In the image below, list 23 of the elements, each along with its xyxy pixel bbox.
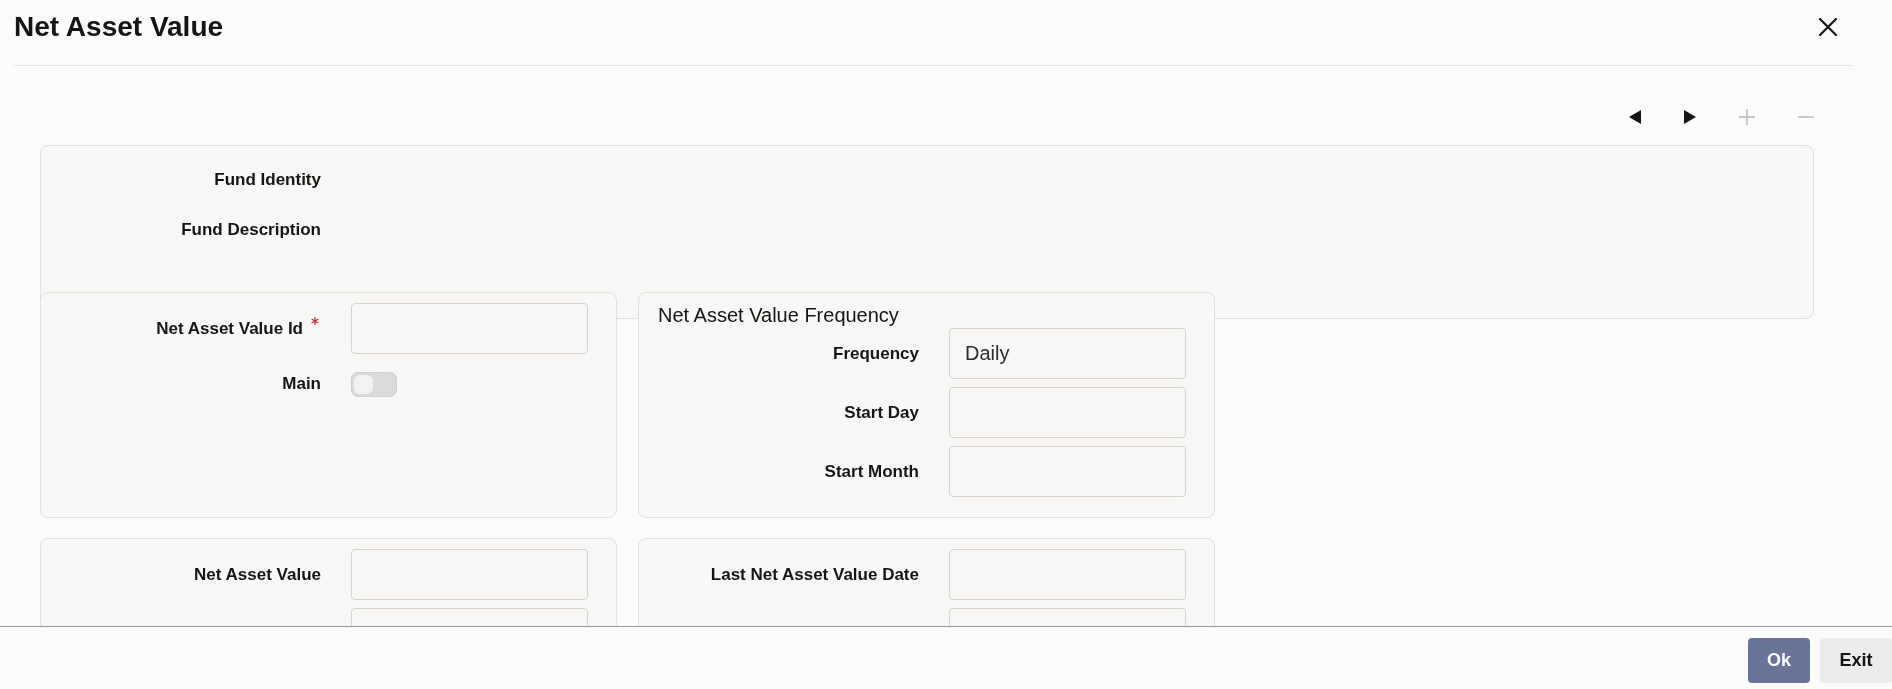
input-field[interactable] [949, 387, 1186, 438]
left-triangle-icon[interactable] [1629, 110, 1641, 124]
input-field[interactable] [351, 549, 588, 600]
field-label: Main [282, 374, 321, 394]
input-field[interactable] [949, 549, 1186, 600]
input-field[interactable] [351, 303, 588, 354]
close-icon[interactable] [1819, 18, 1837, 36]
field-label: Frequency [833, 343, 919, 364]
field-label: Fund Identity [214, 170, 321, 189]
right-triangle-icon[interactable] [1684, 110, 1696, 124]
field-label: Net Asset Value Id [156, 318, 303, 339]
primary-button[interactable]: Ok [1748, 638, 1810, 683]
section-title: Net Asset Value Frequency [657, 303, 899, 328]
secondary-button[interactable]: Exit [1820, 638, 1892, 683]
input-field[interactable]: Daily [949, 328, 1186, 379]
input-field[interactable] [949, 446, 1186, 497]
toggle-switch[interactable] [351, 371, 397, 397]
window-title: Net Asset Value [14, 10, 224, 44]
field-label: Fund Description [181, 220, 321, 239]
field-label: Last Net Asset Value Date [710, 564, 919, 585]
field-label: Net Asset Value [194, 564, 321, 585]
field-label: Start Month [824, 461, 919, 482]
field-label: Start Day [844, 402, 919, 423]
